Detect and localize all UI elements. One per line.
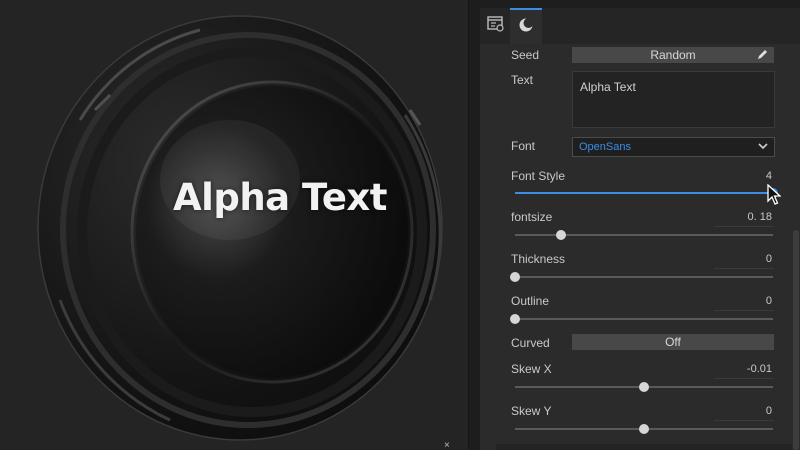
render-viewport[interactable]: Alpha Text ×: [0, 0, 468, 450]
font-style-value[interactable]: 4: [722, 170, 772, 182]
thickness-slider[interactable]: [510, 272, 773, 282]
panel-scrollbar[interactable]: [792, 44, 800, 450]
outline-value-underline: [714, 310, 774, 311]
chevron-down-icon: [757, 140, 769, 155]
outline-slider[interactable]: [510, 314, 773, 324]
badge-text: Alpha Text: [173, 176, 387, 219]
skew-y-slider-knob[interactable]: [639, 424, 649, 434]
outline-label: Outline: [511, 294, 550, 308]
thickness-value[interactable]: 0: [722, 253, 772, 265]
font-selected-value: OpenSans: [579, 141, 631, 153]
skew-x-value-underline: [714, 378, 774, 379]
skew-x-label: Skew X: [511, 362, 552, 376]
panel-bottom-edge: [496, 444, 792, 450]
font-style-label: Font Style: [511, 169, 566, 183]
fontsize-value[interactable]: 0. 18: [722, 211, 772, 223]
close-icon[interactable]: ×: [444, 441, 450, 450]
fontsize-slider-knob[interactable]: [556, 230, 567, 240]
outline-value[interactable]: 0: [722, 295, 772, 307]
text-input[interactable]: Alpha Text: [572, 71, 775, 128]
pencil-icon[interactable]: [757, 49, 768, 63]
skew-x-slider[interactable]: [515, 382, 773, 392]
font-style-slider-fill: [515, 192, 773, 194]
thickness-label: Thickness: [511, 252, 566, 266]
font-style-slider[interactable]: [515, 188, 778, 198]
properties-panel: Seed Random Text Alpha Text Font OpenSan…: [480, 0, 800, 450]
skew-x-slider-knob[interactable]: [639, 382, 649, 392]
skew-y-slider[interactable]: [515, 424, 773, 434]
fontsize-slider[interactable]: [515, 230, 773, 240]
tab-render[interactable]: [510, 8, 542, 44]
skew-x-value[interactable]: -0.01: [722, 363, 772, 375]
seed-label: Seed: [511, 48, 540, 62]
font-dropdown[interactable]: OpenSans: [572, 137, 775, 157]
panel-scrollbar-thumb[interactable]: [793, 230, 799, 450]
text-label: Text: [511, 73, 534, 87]
seed-random-label: Random: [650, 48, 696, 62]
settings-panel-icon: [487, 15, 505, 37]
curved-label: Curved: [511, 336, 550, 350]
skew-y-value-underline: [714, 420, 774, 421]
seed-random-button[interactable]: Random: [572, 47, 774, 63]
skew-y-value[interactable]: 0: [722, 405, 772, 417]
tab-bar: [480, 0, 800, 44]
skew-y-label: Skew Y: [511, 404, 552, 418]
tab-settings[interactable]: [480, 8, 512, 44]
thickness-slider-knob[interactable]: [510, 272, 520, 282]
mouse-cursor-icon: [767, 183, 782, 211]
font-label: Font: [511, 139, 536, 153]
fontsize-label: fontsize: [511, 210, 553, 224]
fontsize-value-underline: [714, 226, 774, 227]
moon-icon: [518, 17, 534, 38]
thickness-value-underline: [714, 268, 774, 269]
outline-slider-knob[interactable]: [510, 314, 520, 324]
curved-toggle-button[interactable]: Off: [572, 334, 774, 350]
badge-render: [37, 15, 443, 441]
